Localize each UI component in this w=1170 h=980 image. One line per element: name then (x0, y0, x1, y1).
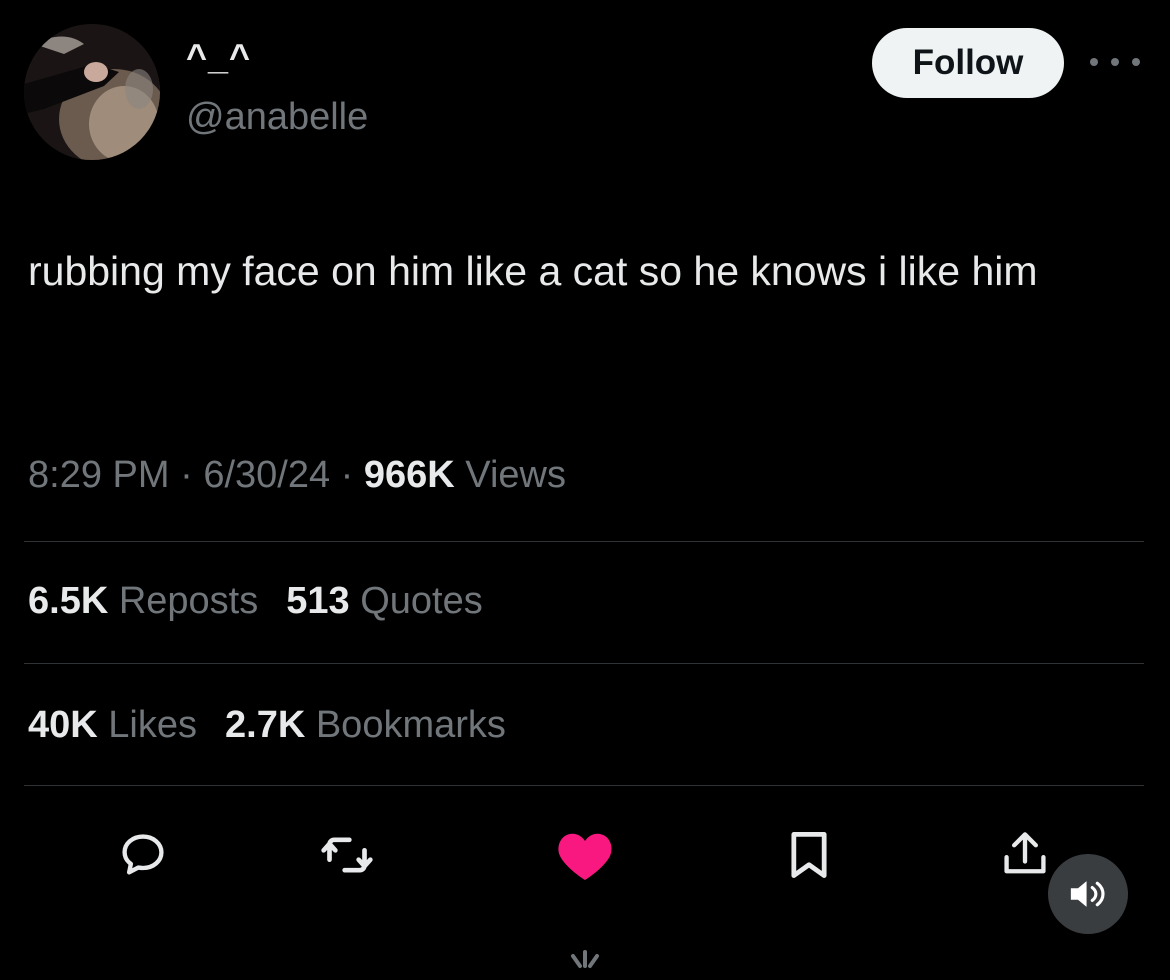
tweet-text: rubbing my face on him like a cat so he … (28, 248, 1038, 294)
avatar-photo (24, 24, 160, 160)
likes-bookmarks-stats: 40K Likes 2.7K Bookmarks (28, 704, 506, 747)
likes-stat[interactable]: 40K Likes (28, 704, 197, 746)
quotes-label: Quotes (349, 580, 483, 622)
quotes-stat[interactable]: 513 Quotes (286, 580, 482, 622)
repost-button[interactable] (312, 820, 382, 890)
bookmarks-stat[interactable]: 2.7K Bookmarks (225, 704, 506, 746)
tweet-meta: 8:29 PM · 6/30/24 · 966K Views (28, 454, 566, 497)
like-button[interactable] (550, 820, 620, 890)
bookmarks-label: Bookmarks (305, 704, 506, 746)
divider (24, 541, 1144, 542)
bookmarks-count: 2.7K (225, 704, 306, 746)
quotes-count: 513 (286, 580, 350, 622)
reposts-label: Reposts (108, 580, 259, 622)
divider (24, 785, 1144, 786)
repost-quote-stats: 6.5K Reposts 513 Quotes (28, 580, 483, 623)
repost-icon (321, 837, 373, 873)
reposts-stat[interactable]: 6.5K Reposts (28, 580, 258, 622)
views-count: 966K (363, 454, 455, 496)
reposts-count: 6.5K (28, 580, 109, 622)
likes-label: Likes (97, 704, 197, 746)
avatar[interactable] (24, 24, 160, 160)
bookmark-icon (791, 832, 827, 878)
meta-separator: · (330, 454, 364, 496)
views-label: Views (454, 454, 566, 496)
follow-button[interactable]: Follow (872, 28, 1064, 98)
tweet-date[interactable]: 6/30/24 (203, 454, 330, 496)
heart-icon (558, 833, 612, 880)
meta-separator: · (169, 454, 204, 496)
volume-button[interactable] (1048, 854, 1128, 934)
divider (24, 663, 1144, 664)
more-options-icon[interactable] (1090, 50, 1140, 74)
speaker-icon (1070, 881, 1105, 907)
tweet-time[interactable]: 8:29 PM (28, 454, 170, 496)
loading-spinner-icon (571, 950, 599, 968)
reply-button[interactable] (108, 820, 178, 890)
action-bar (0, 820, 1170, 890)
display-name[interactable]: ^_^ (186, 36, 251, 78)
likes-count: 40K (28, 704, 98, 746)
bookmark-button[interactable] (774, 820, 844, 890)
reply-icon (122, 834, 164, 875)
user-handle[interactable]: @anabelle (186, 96, 368, 139)
share-icon (1004, 832, 1046, 874)
